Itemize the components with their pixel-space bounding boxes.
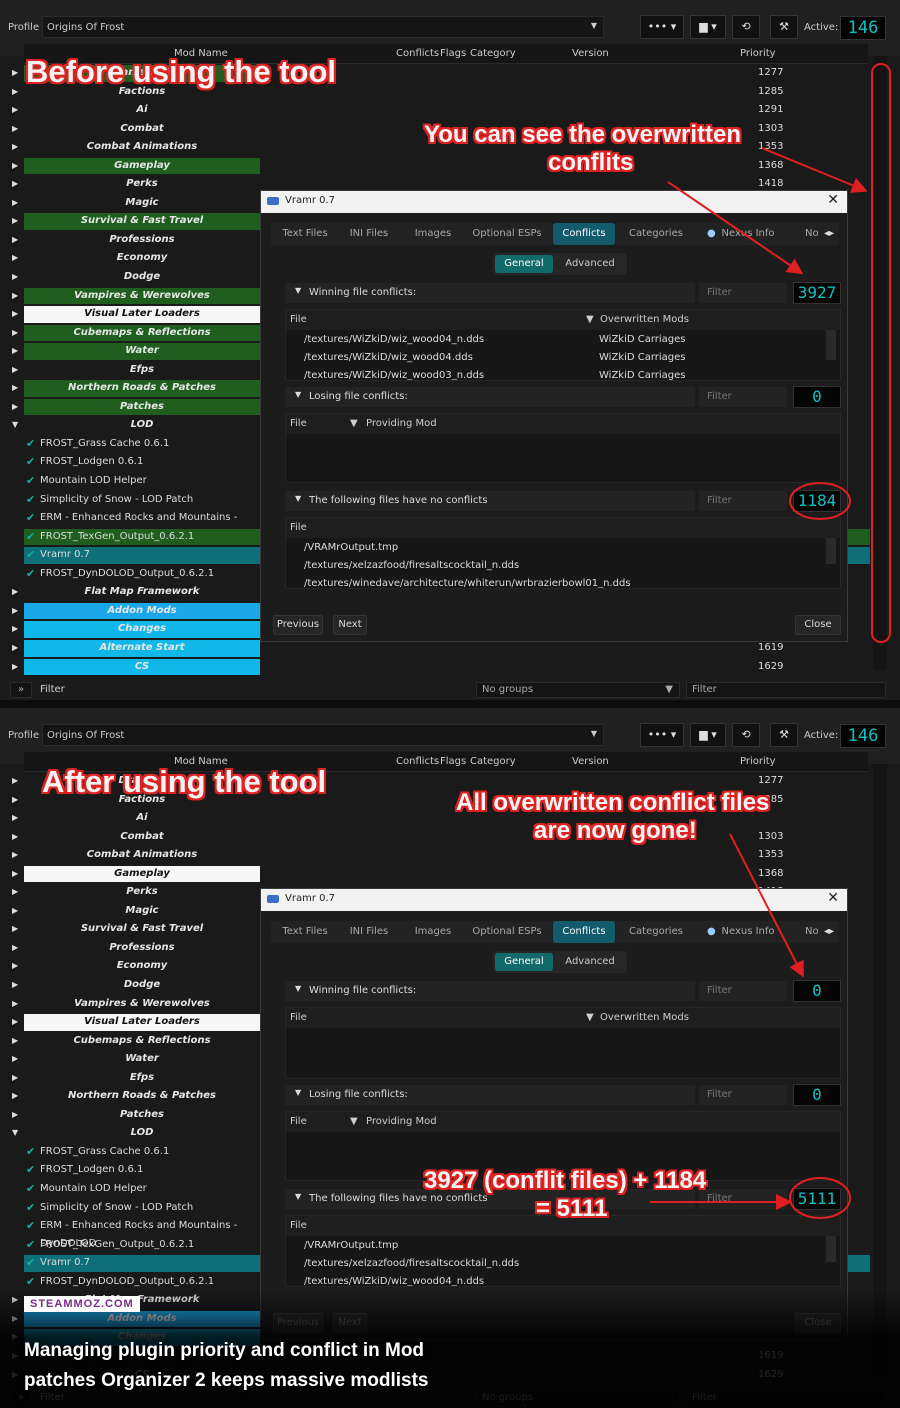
caption: Managing plugin priority and conflict in… (24, 1336, 894, 1396)
annotation-arrows-before (667, 63, 891, 643)
site-badge: STEAMMOZ.COM (24, 1296, 140, 1312)
caption-line-1: Managing plugin priority and conflict in… (24, 1340, 425, 1361)
mo2-window-before: Profile Origins Of Frost ▼ ••• ▾ ▆ ▾ ⟲ ⚒ … (0, 0, 900, 700)
caption-line-2: patches Organizer 2 keeps massive modlis… (24, 1370, 429, 1391)
